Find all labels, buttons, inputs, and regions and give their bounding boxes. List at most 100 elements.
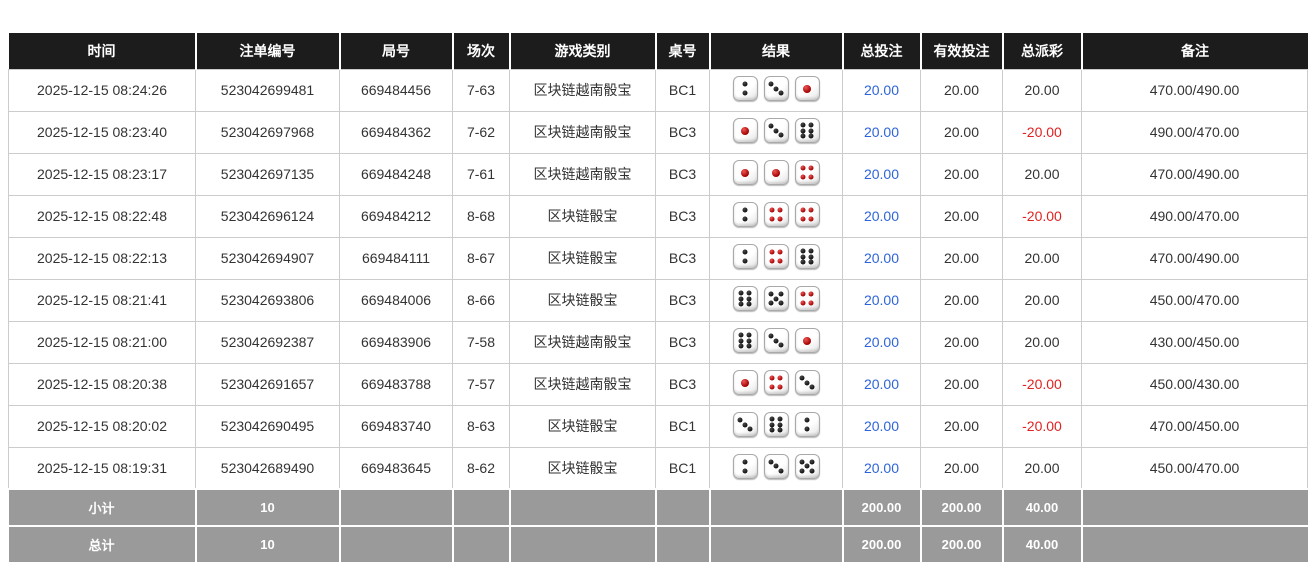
cell-round_id: 669483645 <box>339 446 453 490</box>
die-4-icon <box>763 244 789 269</box>
table-row: 2025-12-15 08:24:26 523042699481 669484456… <box>8 69 1308 112</box>
dice-result <box>732 286 820 311</box>
cell-result <box>709 152 843 196</box>
total-bet-link[interactable]: 20.00 <box>864 250 899 266</box>
cell-time: 2025-12-15 08:23:40 <box>8 110 196 154</box>
total-row: 总计 10 200.00 200.00 40.00 <box>8 525 1308 564</box>
cell-round_id: 669484212 <box>339 194 453 238</box>
table-body: 2025-12-15 08:24:26 523042699481 669484456… <box>8 69 1308 490</box>
die-2-icon <box>794 412 820 437</box>
total-bet-link[interactable]: 20.00 <box>864 166 899 182</box>
table-row: 2025-12-15 08:22:13 523042694907 669484111… <box>8 236 1308 280</box>
cell-result <box>709 446 843 490</box>
payout-value: 20.00 <box>1024 334 1060 350</box>
total-bet-link[interactable]: 20.00 <box>864 82 899 98</box>
total-cell-valid_bet: 200.00 <box>919 525 1004 564</box>
total-cell-session <box>451 525 511 564</box>
cell-result <box>709 362 843 406</box>
column-header-table_no: 桌号 <box>654 33 710 70</box>
total-bet-link[interactable]: 20.00 <box>864 208 899 224</box>
cell-total-bet: 20.00 <box>842 362 921 406</box>
cell-total-payout: 20.00 <box>1002 236 1082 280</box>
cell-bet_id: 523042696124 <box>195 194 340 238</box>
subtotal-row: 小计 10 200.00 200.00 40.00 <box>8 488 1308 527</box>
payout-value: -20.00 <box>1022 208 1062 224</box>
die-3-icon <box>763 453 789 479</box>
total-bet-link[interactable]: 20.00 <box>864 460 899 476</box>
cell-total-bet: 20.00 <box>842 320 921 364</box>
die-5-icon <box>763 286 789 311</box>
die-3-icon <box>763 118 789 143</box>
cell-game_type: 区块链越南骰宝 <box>509 152 656 196</box>
cell-table_no: BC1 <box>655 69 710 112</box>
cell-round_id: 669484111 <box>339 236 453 280</box>
column-header-total_payout: 总派彩 <box>1001 33 1082 70</box>
dice-result <box>732 244 820 269</box>
subtotal-cell-total_payout: 40.00 <box>1001 488 1083 527</box>
cell-bet_id: 523042694907 <box>195 236 340 280</box>
cell-total-payout: 20.00 <box>1002 446 1082 490</box>
die-5-icon <box>794 453 820 479</box>
table-row: 2025-12-15 08:19:31 523042689490 669483645… <box>8 446 1308 490</box>
column-header-game_type: 游戏类别 <box>508 33 656 70</box>
subtotal-cell-session <box>451 488 511 527</box>
cell-bet_id: 523042697968 <box>195 110 340 154</box>
cell-remark: 450.00/470.00 <box>1081 278 1308 322</box>
total-cell-remark <box>1080 525 1308 564</box>
cell-time: 2025-12-15 08:21:41 <box>8 278 196 322</box>
cell-session: 8-68 <box>452 194 510 238</box>
cell-session: 7-63 <box>452 69 510 112</box>
cell-round_id: 669483906 <box>339 320 453 364</box>
die-1-icon <box>794 328 820 353</box>
cell-time: 2025-12-15 08:22:13 <box>8 236 196 280</box>
table-header: 时间 注单编号 局号 场次 游戏类别 桌号 结果 总投注 有效投注 总派彩 备注 <box>8 33 1308 70</box>
total-bet-link[interactable]: 20.00 <box>864 418 899 434</box>
total-cell-game_type <box>508 525 657 564</box>
payout-value: 20.00 <box>1024 250 1060 266</box>
payout-value: 20.00 <box>1024 166 1060 182</box>
total-bet-link[interactable]: 20.00 <box>864 124 899 140</box>
cell-total-bet: 20.00 <box>842 69 921 112</box>
die-2-icon <box>732 202 758 227</box>
total-bet-link[interactable]: 20.00 <box>864 292 899 308</box>
cell-total-payout: 20.00 <box>1002 152 1082 196</box>
payout-value: 20.00 <box>1024 459 1060 476</box>
die-1-icon <box>763 160 789 185</box>
table-row: 2025-12-15 08:23:17 523042697135 669484248… <box>8 152 1308 196</box>
total-bet-link[interactable]: 20.00 <box>864 334 899 350</box>
cell-game_type: 区块链骰宝 <box>509 278 656 322</box>
cell-valid_bet: 20.00 <box>920 446 1003 490</box>
column-header-total_bet: 总投注 <box>841 33 921 70</box>
total-bet-link[interactable]: 20.00 <box>864 376 899 392</box>
die-4-icon <box>794 160 820 185</box>
payout-value: -20.00 <box>1022 418 1062 434</box>
cell-valid_bet: 20.00 <box>920 69 1003 112</box>
cell-table_no: BC1 <box>655 446 710 490</box>
cell-time: 2025-12-15 08:24:26 <box>8 69 196 112</box>
subtotal-cell-round_id <box>338 488 454 527</box>
column-header-session: 场次 <box>451 33 510 70</box>
cell-remark: 470.00/490.00 <box>1081 152 1308 196</box>
cell-table_no: BC3 <box>655 278 710 322</box>
cell-bet_id: 523042691657 <box>195 362 340 406</box>
bet-records-table: 时间 注单编号 局号 场次 游戏类别 桌号 结果 总投注 有效投注 总派彩 备注 2025-12-1… <box>8 33 1308 564</box>
cell-time: 2025-12-15 08:20:02 <box>8 404 196 448</box>
bet-records-page: 时间 注单编号 局号 场次 游戏类别 桌号 结果 总投注 有效投注 总派彩 备注 2025-12-1… <box>0 0 1314 571</box>
cell-session: 7-57 <box>452 362 510 406</box>
cell-game_type: 区块链越南骰宝 <box>509 69 656 112</box>
cell-round_id: 669483788 <box>339 362 453 406</box>
subtotal-cell-game_type <box>508 488 657 527</box>
dice-result <box>732 370 820 395</box>
cell-session: 7-58 <box>452 320 510 364</box>
table-row: 2025-12-15 08:20:38 523042691657 669483788… <box>8 362 1308 406</box>
cell-total-bet: 20.00 <box>842 278 921 322</box>
cell-remark: 470.00/490.00 <box>1081 236 1308 280</box>
cell-time: 2025-12-15 08:19:31 <box>8 446 196 490</box>
cell-table_no: BC3 <box>655 236 710 280</box>
cell-bet_id: 523042690495 <box>195 404 340 448</box>
cell-total-payout: 20.00 <box>1002 278 1082 322</box>
column-header-valid_bet: 有效投注 <box>919 33 1003 70</box>
subtotal-cell-table_no <box>654 488 711 527</box>
cell-remark: 470.00/450.00 <box>1081 404 1308 448</box>
dice-result <box>732 453 820 479</box>
